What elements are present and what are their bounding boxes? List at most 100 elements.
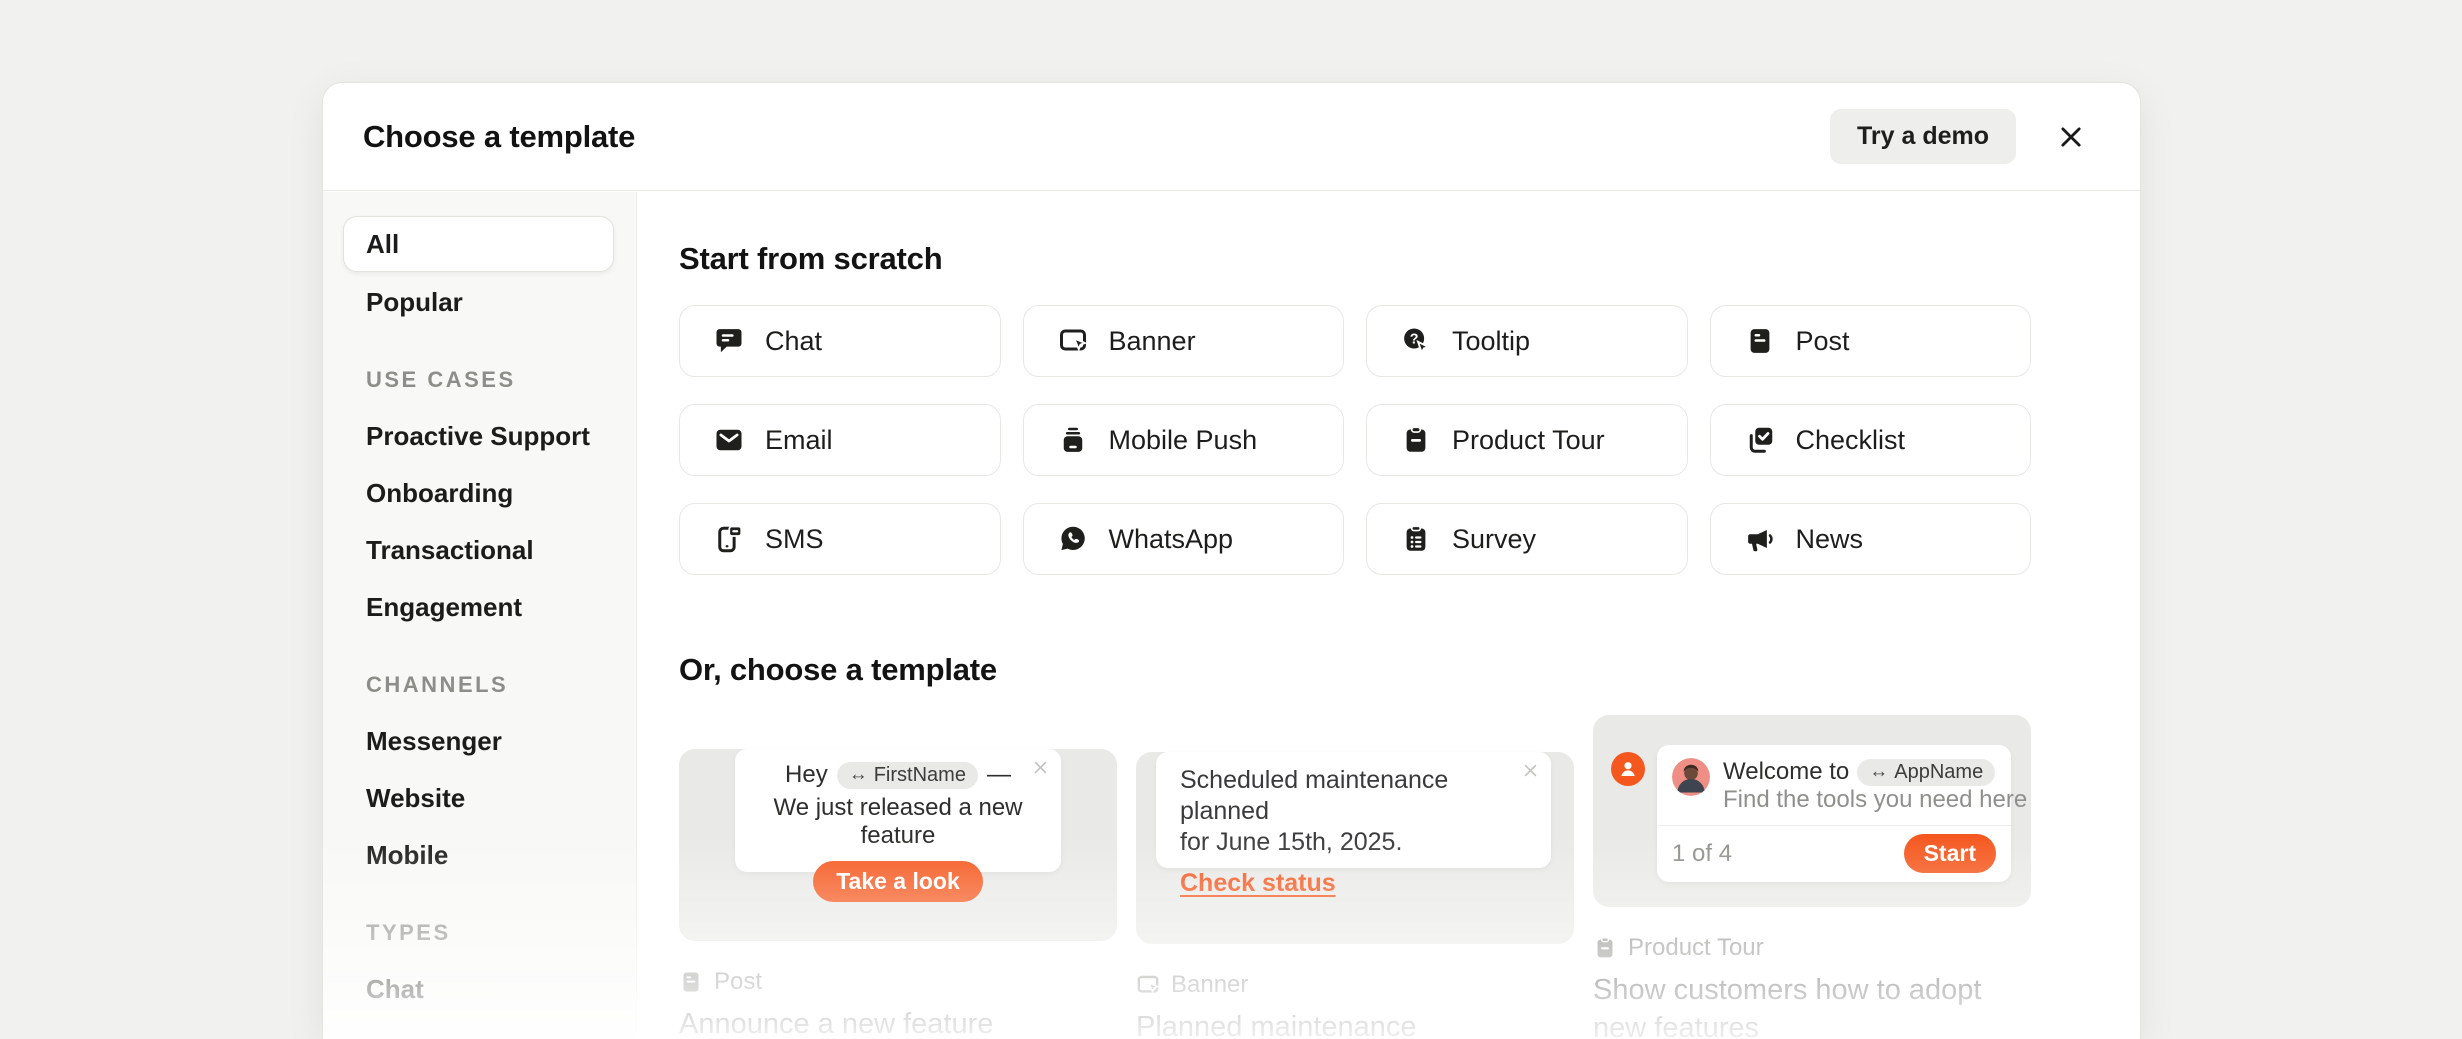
scratch-banner-button[interactable]: Banner — [1023, 305, 1345, 377]
template-main-area: Start from scratch Chat Banner ? Tooltip — [637, 192, 2140, 1039]
sidebar-item-engagement[interactable]: Engagement — [323, 579, 636, 636]
post-preview-greeting-line: Hey ↔FirstName — — [735, 761, 1061, 789]
tour-progress-label: 1 of 4 — [1672, 840, 1732, 868]
scratch-tooltip-button[interactable]: ? Tooltip — [1366, 305, 1688, 377]
screen: Choose a template Try a demo All Popular… — [0, 0, 2462, 1039]
banner-preview-line1: Scheduled maintenance planned — [1180, 765, 1527, 827]
scratch-news-button[interactable]: News — [1710, 503, 2032, 575]
template-meta: Post — [679, 968, 1117, 996]
banner-icon — [1136, 973, 1160, 997]
mobile-push-icon — [1058, 425, 1088, 455]
header-actions: Try a demo — [1830, 109, 2086, 164]
scratch-sms-label: SMS — [765, 524, 824, 555]
survey-icon — [1401, 524, 1431, 554]
tour-preview-top: Welcome to ↔AppName Find the tools you n… — [1657, 745, 2011, 825]
modal-body: All Popular USE CASES Proactive Support … — [323, 192, 2140, 1039]
checklist-icon — [1745, 425, 1775, 455]
scratch-post-button[interactable]: Post — [1710, 305, 2032, 377]
tooltip-icon: ? — [1401, 326, 1431, 356]
scratch-checklist-button[interactable]: Checklist — [1710, 404, 2032, 476]
scratch-email-button[interactable]: Email — [679, 404, 1001, 476]
template-card-product-tour[interactable]: Welcome to ↔AppName Find the tools you n… — [1593, 715, 2031, 1039]
template-card-planned-maintenance[interactable]: Scheduled maintenance planned for June 1… — [1136, 715, 1574, 1039]
scratch-survey-label: Survey — [1452, 524, 1536, 555]
preview-close-icon — [1522, 762, 1539, 779]
attribute-icon: ↔ — [849, 764, 868, 786]
scratch-post-label: Post — [1796, 326, 1850, 357]
tour-start-button: Start — [1904, 834, 1996, 873]
post-icon — [1745, 326, 1775, 356]
scratch-whatsapp-button[interactable]: WhatsApp — [1023, 503, 1345, 575]
tour-preview-footer: 1 of 4 Start — [1657, 826, 2011, 882]
sidebar-item-transactional[interactable]: Transactional — [323, 522, 636, 579]
whatsapp-icon — [1058, 524, 1088, 554]
post-icon — [679, 970, 703, 994]
scratch-news-label: News — [1796, 524, 1864, 555]
scratch-survey-button[interactable]: Survey — [1366, 503, 1688, 575]
template-meta: Product Tour — [1593, 934, 2031, 962]
choose-template-modal: Choose a template Try a demo All Popular… — [322, 82, 2141, 1039]
try-a-demo-button[interactable]: Try a demo — [1830, 109, 2016, 164]
scratch-mobile-push-button[interactable]: Mobile Push — [1023, 404, 1345, 476]
greeting-text: Welcome to — [1723, 758, 1849, 786]
sidebar-item-popular[interactable]: Popular — [323, 274, 636, 331]
scratch-whatsapp-label: WhatsApp — [1109, 524, 1234, 555]
template-title: Planned maintenance notification — [1136, 1008, 1536, 1039]
product-tour-icon — [1593, 936, 1617, 960]
banner-preview-box: Scheduled maintenance planned for June 1… — [1156, 752, 1551, 868]
svg-text:?: ? — [1410, 331, 1419, 347]
greeting-text: Hey — [785, 761, 828, 789]
template-title: Show customers how to adopt new features — [1593, 971, 1993, 1039]
sidebar-section-types: TYPES — [323, 904, 636, 961]
close-icon[interactable] — [2056, 122, 2086, 152]
scratch-product-tour-label: Product Tour — [1452, 425, 1605, 456]
sidebar-item-all[interactable]: All — [343, 216, 614, 272]
template-preview-banner: Scheduled maintenance planned for June 1… — [1136, 752, 1574, 944]
template-meta: Banner — [1136, 971, 1574, 999]
template-type-label: Post — [714, 968, 762, 996]
tour-greeting-line: Welcome to ↔AppName — [1723, 758, 1996, 786]
scratch-checklist-label: Checklist — [1796, 425, 1906, 456]
scratch-chat-button[interactable]: Chat — [679, 305, 1001, 377]
scratch-banner-label: Banner — [1109, 326, 1196, 357]
post-preview-box: Hey ↔FirstName — We just released a new … — [735, 749, 1061, 872]
tour-preview-box: Welcome to ↔AppName Find the tools you n… — [1657, 745, 2011, 882]
preview-close-icon — [1032, 759, 1049, 776]
tour-preview-texts: Welcome to ↔AppName Find the tools you n… — [1723, 758, 1996, 814]
scratch-sms-button[interactable]: SMS — [679, 503, 1001, 575]
sidebar-item-website[interactable]: Website — [323, 770, 636, 827]
modal-title: Choose a template — [363, 119, 635, 155]
sidebar-item-proactive-support[interactable]: Proactive Support — [323, 408, 636, 465]
modal-header: Choose a template Try a demo — [323, 83, 2140, 191]
sidebar-item-onboarding[interactable]: Onboarding — [323, 465, 636, 522]
template-preview-post: Hey ↔FirstName — We just released a new … — [679, 749, 1117, 941]
template-type-label: Product Tour — [1628, 934, 1764, 962]
firstname-attribute-pill: ↔FirstName — [837, 762, 978, 789]
tour-launcher-avatar — [1611, 752, 1645, 786]
template-type-label: Banner — [1171, 971, 1248, 999]
sms-icon — [714, 524, 744, 554]
sidebar-item-messenger[interactable]: Messenger — [323, 713, 636, 770]
scratch-product-tour-button[interactable]: Product Tour — [1366, 404, 1688, 476]
template-preview-product-tour: Welcome to ↔AppName Find the tools you n… — [1593, 715, 2031, 907]
teammate-avatar — [1672, 758, 1710, 796]
scratch-mobile-push-label: Mobile Push — [1109, 425, 1258, 456]
start-from-scratch-heading: Start from scratch — [679, 242, 2140, 276]
template-card-announce-feature[interactable]: Hey ↔FirstName — We just released a new … — [679, 715, 1117, 1039]
post-preview-message: We just released a new feature — [735, 794, 1061, 850]
sidebar-section-use-cases: USE CASES — [323, 351, 636, 408]
choose-template-heading: Or, choose a template — [679, 653, 2140, 687]
attribute-label: AppName — [1894, 761, 1983, 784]
sidebar-item-chat[interactable]: Chat — [323, 961, 636, 1018]
template-filter-sidebar: All Popular USE CASES Proactive Support … — [323, 192, 637, 1039]
sidebar-item-mobile[interactable]: Mobile — [323, 827, 636, 884]
chat-icon — [714, 326, 744, 356]
sidebar-section-channels: CHANNELS — [323, 656, 636, 713]
scratch-chat-label: Chat — [765, 326, 822, 357]
dash-text: — — [987, 761, 1011, 789]
scratch-email-label: Email — [765, 425, 833, 456]
check-status-link: Check status — [1180, 869, 1336, 898]
scratch-grid: Chat Banner ? Tooltip Post — [679, 305, 2031, 575]
template-title: Announce a new feature — [679, 1005, 1079, 1039]
news-icon — [1745, 524, 1775, 554]
